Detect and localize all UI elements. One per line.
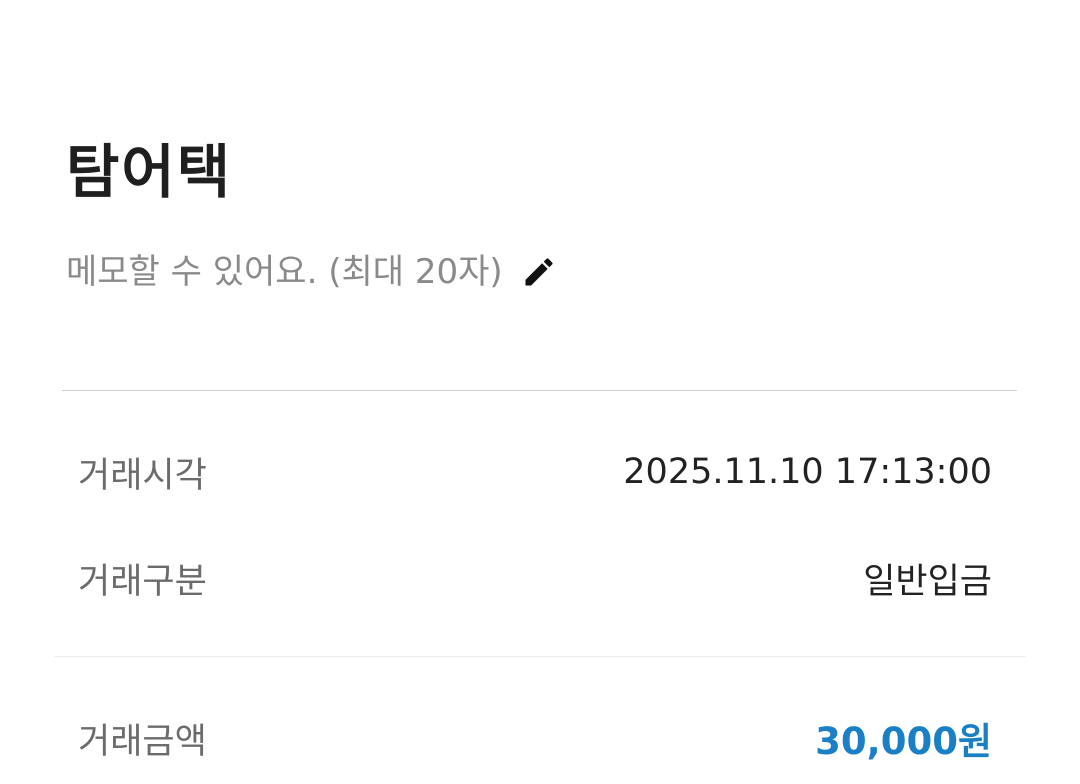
- amount-label: 거래금액: [78, 721, 207, 762]
- detail-label: 거래시각: [78, 455, 207, 496]
- memo-edit-row[interactable]: 메모할 수 있어요. (최대 20자): [66, 246, 557, 298]
- section-divider: [62, 390, 1017, 391]
- detail-value: 2025.11.10 17:13:00: [623, 452, 992, 492]
- amount-divider: [54, 656, 1026, 657]
- pencil-icon[interactable]: [521, 254, 557, 290]
- detail-row-amount: 거래금액 30,000원: [78, 708, 992, 768]
- detail-row-type: 거래구분 일반입금: [78, 548, 992, 608]
- detail-row-time: 거래시각 2025.11.10 17:13:00: [78, 442, 992, 502]
- page-title: 탐어택: [66, 138, 233, 206]
- memo-placeholder: 메모할 수 있어요. (최대 20자): [66, 252, 503, 292]
- detail-value: 일반입금: [863, 561, 992, 602]
- detail-label: 거래구분: [78, 561, 207, 602]
- amount-value: 30,000원: [815, 720, 992, 763]
